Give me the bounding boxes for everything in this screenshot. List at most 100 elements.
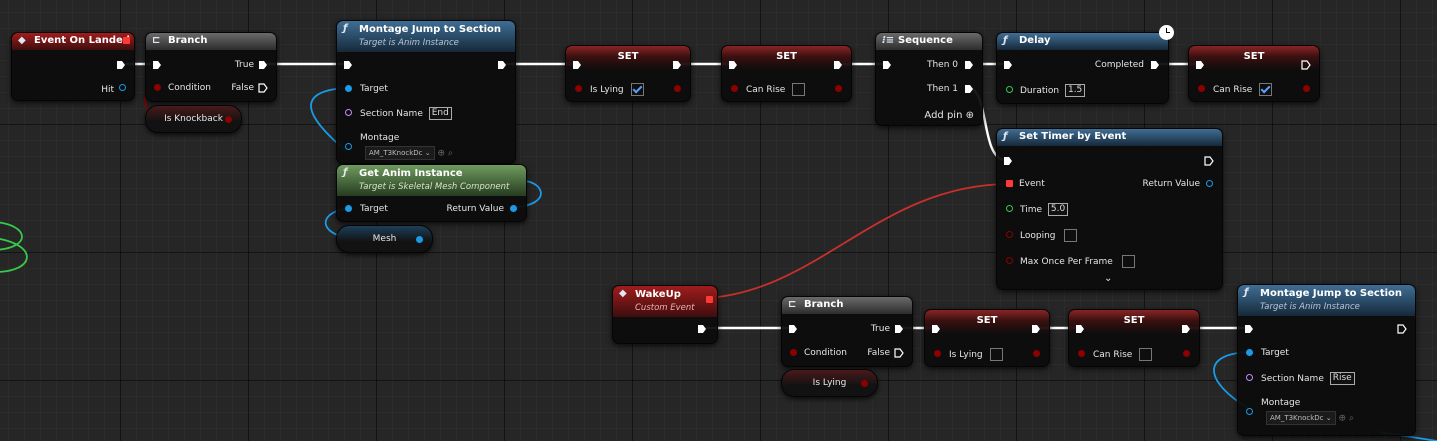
then-1-pin[interactable]	[964, 84, 974, 94]
section-name-input[interactable]: End	[428, 107, 452, 120]
event-on-landed-node[interactable]: ◆ Event On Landed Hit	[11, 32, 135, 101]
montage-pin[interactable]	[1246, 408, 1253, 415]
exec-out-pin[interactable]	[497, 60, 507, 70]
montage-asset-select[interactable]: AM_T3KnockDc ⌄	[365, 146, 435, 160]
mesh-getter[interactable]: Mesh	[336, 225, 433, 253]
set-can-rise-node[interactable]: SET Can Rise	[1068, 309, 1200, 367]
exec-false-pin[interactable]	[894, 348, 904, 358]
exec-out-pin[interactable]	[1301, 60, 1311, 70]
wakeup-event-node[interactable]: ◆ WakeUp Custom Event	[612, 285, 718, 344]
exec-false-pin[interactable]	[258, 83, 268, 93]
target-pin[interactable]	[345, 85, 352, 92]
sequence-node[interactable]: ⁝≡ Sequence Then 0 Then 1 Add pin ⊕	[875, 32, 983, 126]
use-selected-icon[interactable]: ⊕	[1338, 414, 1346, 424]
montage-jump-to-section-node[interactable]: ƒ Montage Jump to Section Target is Anim…	[336, 20, 516, 164]
section-name-pin[interactable]	[345, 109, 352, 116]
then-0-pin[interactable]	[964, 60, 974, 70]
exec-out-pin[interactable]	[672, 60, 682, 70]
is-knockback-getter[interactable]: Is Knockback	[145, 105, 242, 133]
looping-pin[interactable]	[1006, 231, 1013, 238]
montage-pin[interactable]	[345, 143, 352, 150]
exec-out-pin[interactable]	[1031, 324, 1041, 334]
branch-node[interactable]: ⊏ Branch True Condition False	[145, 32, 277, 102]
duration-pin[interactable]	[1006, 86, 1013, 93]
exec-in-pin[interactable]	[1075, 324, 1085, 334]
exec-in-pin[interactable]	[343, 60, 353, 70]
bool-out-pin[interactable]	[1033, 350, 1040, 357]
bool-out-pin[interactable]	[1183, 350, 1190, 357]
exec-in-pin[interactable]	[1003, 156, 1013, 166]
return-value-pin[interactable]	[1206, 180, 1213, 187]
bool-in-pin[interactable]	[1078, 350, 1085, 357]
add-pin-button[interactable]: Add pin ⊕	[924, 110, 974, 122]
time-input[interactable]: 5.0	[1047, 203, 1069, 216]
exec-in-pin[interactable]	[1244, 324, 1254, 334]
bool-in-pin[interactable]	[934, 350, 941, 357]
bool-out-pin[interactable]	[861, 380, 868, 387]
bool-in-pin[interactable]	[1198, 85, 1205, 92]
value-checkbox[interactable]	[630, 83, 644, 96]
browse-icon[interactable]: ⌕	[1349, 414, 1354, 424]
exec-in-pin[interactable]	[1195, 60, 1205, 70]
bool-in-pin[interactable]	[731, 85, 738, 92]
expand-advanced-icon[interactable]: ⌄	[1104, 273, 1112, 285]
exec-in-pin[interactable]	[931, 324, 941, 334]
value-checkbox[interactable]	[792, 83, 806, 96]
max-once-checkbox[interactable]	[1121, 255, 1135, 268]
bool-out-pin[interactable]	[1303, 85, 1310, 92]
hit-pin[interactable]	[119, 84, 126, 91]
exec-in-pin[interactable]	[152, 60, 162, 70]
exec-in-pin[interactable]	[728, 60, 738, 70]
time-pin[interactable]	[1006, 205, 1013, 212]
exec-out-pin[interactable]	[1397, 324, 1407, 334]
exec-in-pin[interactable]	[1003, 60, 1013, 70]
exec-true-pin[interactable]	[258, 60, 268, 70]
is-lying-getter[interactable]: Is Lying	[781, 369, 878, 397]
exec-out-pin[interactable]	[1181, 324, 1191, 334]
set-timer-by-event-node[interactable]: ƒ Set Timer by Event Event Return Value …	[996, 128, 1223, 290]
event-pin[interactable]	[1006, 180, 1013, 187]
node-header: ƒ Set Timer by Event	[997, 129, 1222, 146]
bool-out-pin[interactable]	[674, 85, 681, 92]
exec-out-pin[interactable]	[697, 324, 707, 334]
exec-out-pin[interactable]	[116, 60, 126, 70]
montage-asset-select[interactable]: AM_T3KnockDc ⌄	[1266, 411, 1336, 425]
bool-out-pin[interactable]	[225, 116, 232, 123]
set-can-rise-node[interactable]: SET Can Rise	[1188, 45, 1320, 102]
return-value-pin[interactable]	[510, 205, 517, 212]
delay-node[interactable]: ƒ Delay Completed Duration 1.5	[996, 32, 1169, 104]
branch-node[interactable]: ⊏ Branch True Condition False	[781, 296, 913, 367]
montage-jump-to-section-node[interactable]: ƒ Montage Jump to Section Target is Anim…	[1237, 284, 1416, 436]
value-checkbox[interactable]	[1259, 83, 1273, 96]
set-can-rise-node[interactable]: SET Can Rise	[721, 45, 852, 102]
exec-true-pin[interactable]	[894, 324, 904, 334]
delegate-pin[interactable]	[123, 37, 130, 44]
max-once-pin[interactable]	[1006, 257, 1013, 264]
browse-icon[interactable]: ⌕	[448, 149, 453, 159]
duration-input[interactable]: 1.5	[1064, 84, 1086, 97]
section-name-input[interactable]: Rise	[1329, 372, 1355, 385]
target-pin[interactable]	[345, 205, 352, 212]
exec-out-pin[interactable]	[1204, 156, 1214, 166]
value-checkbox[interactable]	[989, 348, 1003, 361]
completed-pin[interactable]	[1150, 60, 1160, 70]
section-name-pin[interactable]	[1246, 374, 1253, 381]
use-selected-icon[interactable]: ⊕	[437, 149, 445, 159]
value-checkbox[interactable]	[1139, 348, 1153, 361]
node-header: ◆ Event On Landed	[12, 33, 134, 50]
target-pin[interactable]	[1246, 349, 1253, 356]
bool-in-pin[interactable]	[575, 85, 582, 92]
set-is-lying-node[interactable]: SET Is Lying	[565, 45, 691, 102]
condition-pin[interactable]	[790, 349, 797, 356]
exec-in-pin[interactable]	[882, 60, 892, 70]
exec-in-pin[interactable]	[572, 60, 582, 70]
delegate-pin[interactable]	[706, 296, 713, 303]
bool-out-pin[interactable]	[835, 85, 842, 92]
set-is-lying-node[interactable]: SET Is Lying	[924, 309, 1050, 367]
looping-checkbox[interactable]	[1064, 229, 1078, 242]
exec-in-pin[interactable]	[788, 324, 798, 334]
exec-out-pin[interactable]	[833, 60, 843, 70]
condition-pin[interactable]	[154, 84, 161, 91]
object-out-pin[interactable]	[416, 236, 423, 243]
get-anim-instance-node[interactable]: ƒ Get Anim Instance Target is Skeletal M…	[336, 164, 527, 222]
